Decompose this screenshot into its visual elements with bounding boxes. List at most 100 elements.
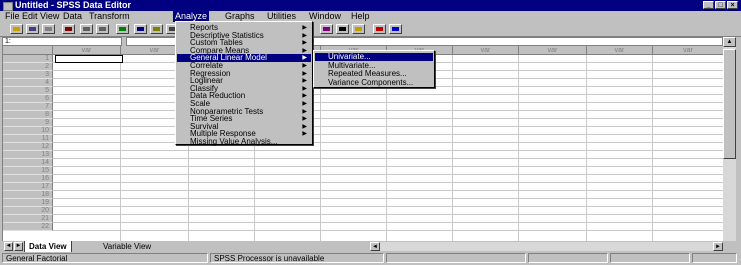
select-cases-icon[interactable] <box>352 24 365 34</box>
status-pane-extra <box>692 253 737 263</box>
app-icon[interactable] <box>3 2 13 11</box>
grid-row-line <box>53 206 724 207</box>
status-pane-split <box>610 253 690 263</box>
status-pane-weight <box>528 253 608 263</box>
close-icon[interactable]: × <box>727 1 738 9</box>
tab-scroll-left-icon[interactable]: ◄ <box>4 242 13 251</box>
grid-row-line <box>53 174 724 175</box>
analyze-menu: Reports ▶ Descriptive Statistics ▶ Custom Ta… <box>175 21 313 146</box>
status-pane-filter <box>386 253 526 263</box>
save-icon[interactable] <box>26 24 39 34</box>
grid-row-line <box>53 166 724 167</box>
grid-row-line <box>53 190 724 191</box>
row-header[interactable]: 20 <box>3 207 53 215</box>
value-labels-icon[interactable] <box>373 24 386 34</box>
glm-submenu: Univariate... Multivariate... Repeated Mea… <box>313 50 435 88</box>
redo-icon[interactable] <box>96 24 109 34</box>
menu-view[interactable]: View <box>38 11 61 22</box>
scroll-up-icon[interactable]: ▲ <box>723 37 736 47</box>
title-bar[interactable]: Untitled - SPSS Data Editor _ □ × <box>0 0 741 11</box>
menu-data[interactable]: Data <box>61 11 84 22</box>
dialog-recall-icon[interactable] <box>62 24 75 34</box>
column-header[interactable]: var <box>653 46 724 55</box>
row-header[interactable]: 4 <box>3 79 53 87</box>
row-header[interactable]: 13 <box>3 151 53 159</box>
grid-row-line <box>53 118 724 119</box>
minimize-icon[interactable]: _ <box>703 1 714 9</box>
row-header[interactable]: 11 <box>3 135 53 143</box>
sheet-tab-bar: ◄ ► Data View Variable View ◄ ► <box>0 241 741 252</box>
column-header[interactable]: var <box>453 46 519 55</box>
row-header[interactable]: 7 <box>3 103 53 111</box>
tab-variable-view[interactable]: Variable View <box>99 241 155 252</box>
status-message: General Factorial <box>2 253 208 263</box>
row-header[interactable]: 18 <box>3 191 53 199</box>
scroll-left-icon[interactable]: ◄ <box>370 242 380 251</box>
row-header[interactable]: 19 <box>3 199 53 207</box>
grid-row-line <box>53 230 724 231</box>
split-file-icon[interactable] <box>320 24 333 34</box>
grid-row-line <box>53 142 724 143</box>
vertical-scroll-thumb[interactable] <box>723 49 736 159</box>
grid-row-line <box>53 222 724 223</box>
window-controls: _ □ × <box>703 1 738 10</box>
print-icon[interactable] <box>42 24 55 34</box>
row-header[interactable]: 16 <box>3 175 53 183</box>
grid-corner[interactable] <box>3 46 53 55</box>
grid-row-line <box>53 134 724 135</box>
grid-row-line <box>53 150 724 151</box>
row-header[interactable]: 5 <box>3 87 53 95</box>
grid-column-line <box>518 55 519 241</box>
open-icon[interactable] <box>10 24 23 34</box>
selected-cell[interactable] <box>55 55 123 63</box>
glm-submenu-item[interactable]: Variance Components... <box>315 77 433 87</box>
scroll-right-icon[interactable]: ► <box>713 242 723 251</box>
maximize-icon[interactable]: □ <box>715 1 726 9</box>
goto-case-icon[interactable] <box>134 24 147 34</box>
horizontal-scrollbar[interactable]: ◄ ► <box>370 242 723 251</box>
undo-icon[interactable] <box>80 24 93 34</box>
spss-window: Untitled - SPSS Data Editor _ □ × File E… <box>0 0 741 265</box>
grid-column-line <box>652 55 653 241</box>
grid-column-line <box>452 55 453 241</box>
menu-edit[interactable]: Edit <box>20 11 40 22</box>
row-header[interactable]: 12 <box>3 143 53 151</box>
toolbar <box>0 22 741 37</box>
weight-cases-icon[interactable] <box>336 24 349 34</box>
menu-transform[interactable]: Transform <box>87 11 132 22</box>
row-header[interactable]: 10 <box>3 127 53 135</box>
row-header[interactable]: 14 <box>3 159 53 167</box>
vertical-scrollbar[interactable]: ▲ ▼ <box>723 37 736 252</box>
column-header[interactable]: var <box>587 46 653 55</box>
analyze-menu-item[interactable]: Missing Value Analysis... <box>177 138 311 146</box>
menu-bar: File Edit View Data Transform Analyze Gr… <box>0 11 741 22</box>
menu-item-label: Missing Value Analysis... <box>190 137 278 146</box>
goto-chart-icon[interactable] <box>116 24 129 34</box>
column-header[interactable]: var <box>53 46 121 55</box>
row-header[interactable]: 15 <box>3 167 53 175</box>
variables-icon[interactable] <box>150 24 163 34</box>
menu-item-label: Variance Components... <box>328 77 414 87</box>
grid-row-line <box>53 182 724 183</box>
menu-help[interactable]: Help <box>349 11 372 22</box>
row-header[interactable]: 21 <box>3 215 53 223</box>
grid-row-line <box>53 94 724 95</box>
grid-column-line <box>120 55 121 241</box>
row-header[interactable]: 3 <box>3 71 53 79</box>
row-header[interactable]: 22 <box>3 223 53 231</box>
row-header[interactable]: 9 <box>3 119 53 127</box>
row-header[interactable]: 2 <box>3 63 53 71</box>
window-title: Untitled - SPSS Data Editor <box>15 0 132 10</box>
row-header[interactable]: 6 <box>3 95 53 103</box>
row-header[interactable]: 1 <box>3 55 53 63</box>
use-sets-icon[interactable] <box>389 24 402 34</box>
cell-reference-box[interactable]: 1: <box>2 37 122 46</box>
column-header[interactable]: var <box>519 46 587 55</box>
row-header[interactable]: 8 <box>3 111 53 119</box>
tab-data-view[interactable]: Data View <box>24 241 72 252</box>
grid-row-line <box>53 214 724 215</box>
menu-file[interactable]: File <box>3 11 22 22</box>
row-header[interactable]: 17 <box>3 183 53 191</box>
tab-scroll-right-icon[interactable]: ► <box>14 242 23 251</box>
grid-row-line <box>53 198 724 199</box>
